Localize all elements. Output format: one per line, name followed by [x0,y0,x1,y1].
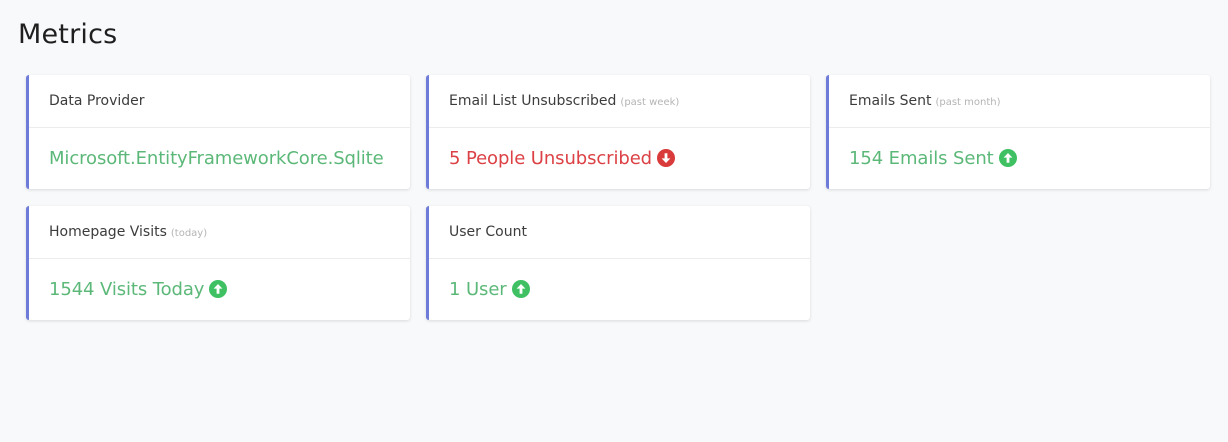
card-value: Microsoft.EntityFrameworkCore.Sqlite [49,147,384,169]
card-header: Data Provider [29,75,410,128]
metric-card-data-provider: Data Provider Microsoft.EntityFrameworkC… [26,75,410,189]
card-body: 154 Emails Sent [829,128,1210,188]
card-subtitle: (today) [170,227,208,239]
card-title: Data Provider [49,93,145,109]
card-body: 1544 Visits Today [29,259,410,319]
card-value: 1 User [449,278,507,300]
metric-card-user-count: User Count 1 User [426,206,810,320]
metric-card-emails-sent: Emails Sent (past month) 154 Emails Sent [826,75,1210,189]
card-subtitle: (past week) [620,96,680,108]
card-value: 1544 Visits Today [49,278,205,300]
metric-card-homepage-visits: Homepage Visits (today) 1544 Visits Toda… [26,206,410,320]
card-title: Homepage Visits [49,224,167,240]
card-header: Email List Unsubscribed (past week) [429,75,810,128]
card-body: Microsoft.EntityFrameworkCore.Sqlite [29,128,410,188]
card-title: Email List Unsubscribed [449,93,617,109]
page-title: Metrics [18,19,118,50]
metric-card-email-unsubscribed: Email List Unsubscribed (past week) 5 Pe… [426,75,810,189]
arrow-up-circle-icon [511,280,530,298]
card-body: 1 User [429,259,810,319]
card-title: User Count [449,224,527,240]
card-value: 154 Emails Sent [849,147,994,169]
card-header: User Count [429,206,810,259]
arrow-up-circle-icon [998,149,1017,167]
card-value: 5 People Unsubscribed [449,147,652,169]
arrow-down-circle-icon [657,149,675,167]
card-subtitle: (past month) [935,96,1001,108]
card-header: Emails Sent (past month) [829,75,1210,128]
card-header: Homepage Visits (today) [29,206,410,259]
arrow-up-circle-icon [209,280,228,298]
card-title: Emails Sent [849,93,932,109]
card-body: 5 People Unsubscribed [429,128,810,188]
